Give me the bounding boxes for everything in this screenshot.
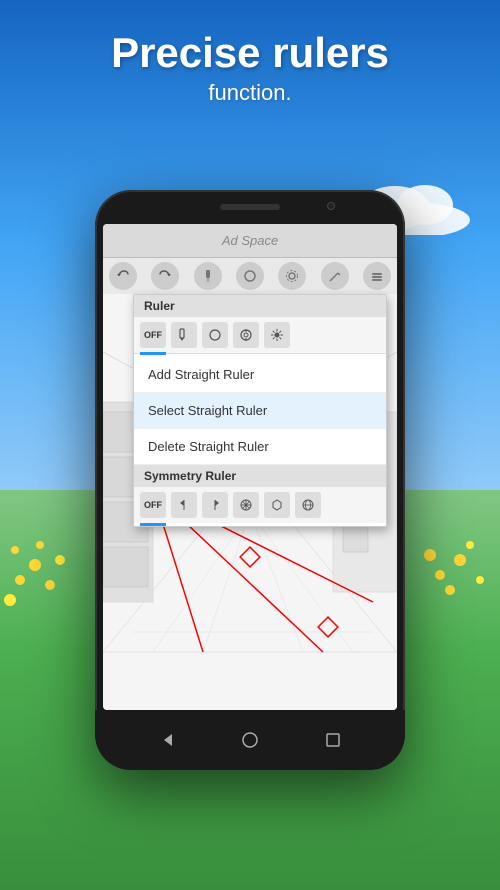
phone: Ad Space: [95, 190, 405, 770]
sym-flip-h-button[interactable]: [171, 492, 197, 518]
header-subtitle: function.: [0, 80, 500, 106]
ruler-dropdown: Ruler OFF: [133, 294, 387, 527]
toolbar-top: [103, 258, 397, 294]
recent-button[interactable]: [321, 728, 345, 752]
edit-button[interactable]: [321, 262, 349, 290]
home-button[interactable]: [238, 728, 262, 752]
sym-flip-v-button[interactable]: [202, 492, 228, 518]
add-straight-ruler-item[interactable]: Add Straight Ruler: [134, 357, 386, 393]
phone-body: Ad Space: [95, 190, 405, 770]
sym-off-button[interactable]: OFF: [140, 492, 166, 518]
circle-ruler-button[interactable]: [236, 262, 264, 290]
sym-active-indicator: [140, 523, 166, 526]
sym-radial-button[interactable]: [233, 492, 259, 518]
ruler-off-button[interactable]: OFF: [140, 322, 166, 348]
undo-button[interactable]: [109, 262, 137, 290]
redo-button[interactable]: [151, 262, 179, 290]
spiral-ruler-button[interactable]: [278, 262, 306, 290]
back-button[interactable]: [155, 728, 179, 752]
ruler-active-indicator: [140, 352, 166, 355]
ruler-target-button[interactable]: [233, 322, 259, 348]
drawing-canvas: Ad Space: [103, 224, 397, 710]
sym-sphere-button[interactable]: [295, 492, 321, 518]
ruler-pencil-button[interactable]: [171, 322, 197, 348]
phone-speaker: [220, 204, 280, 210]
select-straight-ruler-item[interactable]: Select Straight Ruler: [134, 393, 386, 429]
brush-button[interactable]: [194, 262, 222, 290]
ruler-section-header: Ruler: [134, 295, 386, 317]
symmetry-section-header: Symmetry Ruler: [134, 465, 386, 487]
phone-camera: [327, 202, 335, 210]
ruler-icons-row: OFF: [134, 317, 386, 354]
header: Precise rulers function.: [0, 30, 500, 106]
layers-button[interactable]: [363, 262, 391, 290]
header-title: Precise rulers: [0, 30, 500, 76]
sym-hexagon-button[interactable]: [264, 492, 290, 518]
ad-space-bar: Ad Space: [103, 224, 397, 258]
symmetry-icons-row: OFF: [134, 487, 386, 523]
ad-space-label: Ad Space: [222, 233, 278, 248]
phone-nav-bar: [95, 710, 405, 770]
delete-straight-ruler-item[interactable]: Delete Straight Ruler: [134, 429, 386, 465]
phone-screen: Ad Space: [103, 224, 397, 710]
ruler-circle-button[interactable]: [202, 322, 228, 348]
ruler-sunburst-button[interactable]: [264, 322, 290, 348]
